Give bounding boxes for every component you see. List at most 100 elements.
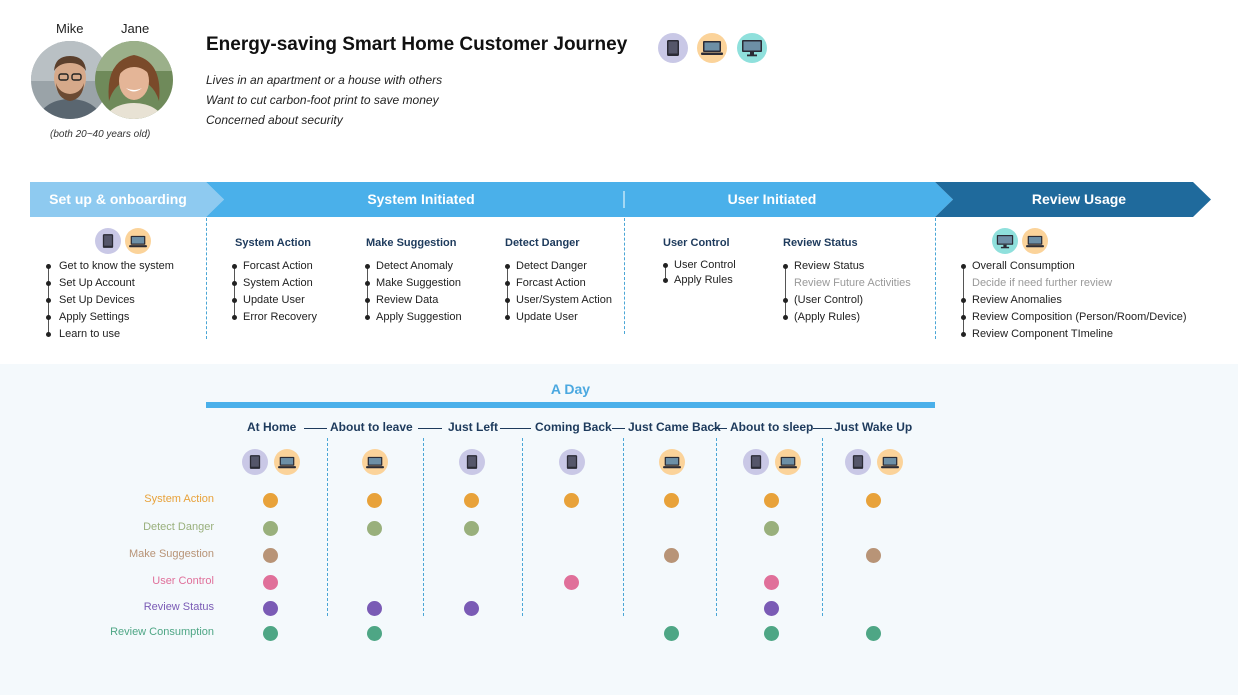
row-label: System Action — [144, 493, 214, 505]
phase-user-initiated: User Initiated — [727, 191, 817, 207]
list-item: (Apply Rules) — [794, 311, 861, 323]
activity-dot — [263, 548, 278, 563]
list-item: (User Control) — [794, 294, 864, 306]
bullet — [46, 281, 51, 286]
phase-setup-onboarding: Set up & onboarding — [49, 191, 187, 207]
bullet — [365, 264, 370, 269]
list-item: Detect Anomaly — [376, 260, 454, 272]
activity-dot — [764, 601, 779, 616]
activity-dot — [464, 601, 479, 616]
list-item: Review Data — [376, 294, 439, 306]
phase-system-initiated: System Initiated — [367, 191, 475, 207]
moment-divider — [327, 438, 328, 616]
activity-dot — [866, 548, 881, 563]
list-item: Update User — [516, 311, 578, 323]
tablet-icon — [658, 33, 688, 63]
list-item: Overall Consumption — [972, 260, 1075, 272]
activity-dot — [764, 521, 779, 536]
moment-label: About to leave — [330, 420, 413, 434]
moment-label: About to sleep — [730, 420, 814, 434]
bullet — [663, 278, 668, 283]
bullet — [961, 332, 966, 337]
avatar — [95, 41, 173, 119]
activity-dot — [367, 521, 382, 536]
activity-dot — [764, 575, 779, 590]
list-connector — [367, 266, 368, 317]
list-connector — [234, 266, 235, 317]
column-heading: System Action — [235, 237, 312, 249]
column-heading: Make Suggestion — [366, 237, 457, 249]
bullet — [663, 263, 668, 268]
bullet — [232, 315, 237, 320]
bullet — [783, 298, 788, 303]
monitor-icon — [737, 33, 767, 63]
list-item: Review Future Activities — [794, 277, 911, 289]
row-label: Detect Danger — [143, 521, 214, 533]
tablet-icon — [95, 228, 121, 254]
bullet — [232, 264, 237, 269]
bullet — [961, 264, 966, 269]
list-item: User/System Action — [516, 294, 612, 306]
list-item: Apply Suggestion — [376, 311, 462, 323]
activity-dot — [664, 493, 679, 508]
activity-dot — [367, 626, 382, 641]
phase-review-usage: Review Usage — [1031, 191, 1127, 207]
activity-dot — [263, 521, 278, 536]
laptop-icon — [775, 449, 801, 475]
day-bar — [206, 402, 935, 408]
list-item: Review Status — [794, 260, 865, 272]
bullet — [505, 281, 510, 286]
list-item: Update User — [243, 294, 305, 306]
moment-divider — [522, 438, 523, 616]
bullet — [783, 315, 788, 320]
bullet — [505, 315, 510, 320]
tablet-icon — [845, 449, 871, 475]
laptop-icon — [1022, 228, 1048, 254]
activity-dot — [564, 575, 579, 590]
activity-dot — [464, 493, 479, 508]
laptop-icon — [274, 449, 300, 475]
persona-description: Concerned about security — [206, 113, 343, 127]
list-item: Apply Rules — [674, 274, 733, 286]
persona-age-note: (both 20~40 years old) — [50, 129, 151, 140]
section-divider — [935, 218, 936, 339]
persona-description: Lives in an apartment or a house with ot… — [206, 73, 443, 87]
tablet-icon — [242, 449, 268, 475]
list-item: Error Recovery — [243, 311, 317, 323]
activity-dot — [263, 626, 278, 641]
list-item: User Control — [674, 259, 736, 271]
list-connector — [507, 266, 508, 317]
list-item: System Action — [243, 277, 313, 289]
list-item: Review Anomalies — [972, 294, 1062, 306]
section-divider — [624, 218, 625, 334]
list-item: Decide if need further review — [972, 277, 1113, 289]
list-item: Review Composition (Person/Room/Device) — [972, 311, 1187, 323]
bullet — [46, 298, 51, 303]
day-title: A Day — [550, 381, 591, 397]
activity-dot — [866, 493, 881, 508]
monitor-icon — [992, 228, 1018, 254]
row-label: Make Suggestion — [129, 548, 214, 560]
persona-name-mike: Mike — [56, 21, 84, 36]
bullet — [46, 264, 51, 269]
bullet — [961, 315, 966, 320]
laptop-icon — [362, 449, 388, 475]
tablet-icon — [459, 449, 485, 475]
list-item: Review Component TImeline — [972, 328, 1114, 340]
timeline-connector — [304, 428, 327, 429]
list-item: Detect Danger — [516, 260, 587, 272]
column-heading: Review Status — [783, 237, 858, 249]
column-heading: User Control — [663, 237, 730, 249]
list-item: Set Up Account — [59, 277, 135, 289]
moment-label: Just Came Back — [628, 420, 721, 434]
moment-divider — [623, 438, 624, 616]
list-item: Forcast Action — [243, 260, 313, 272]
laptop-icon — [659, 449, 685, 475]
moment-label: Just Wake Up — [834, 420, 913, 434]
activity-dot — [564, 493, 579, 508]
timeline-connector — [813, 428, 832, 429]
persona-name-jane: Jane — [121, 21, 150, 36]
activity-dot — [367, 493, 382, 508]
activity-dot — [664, 548, 679, 563]
activity-dot — [866, 626, 881, 641]
